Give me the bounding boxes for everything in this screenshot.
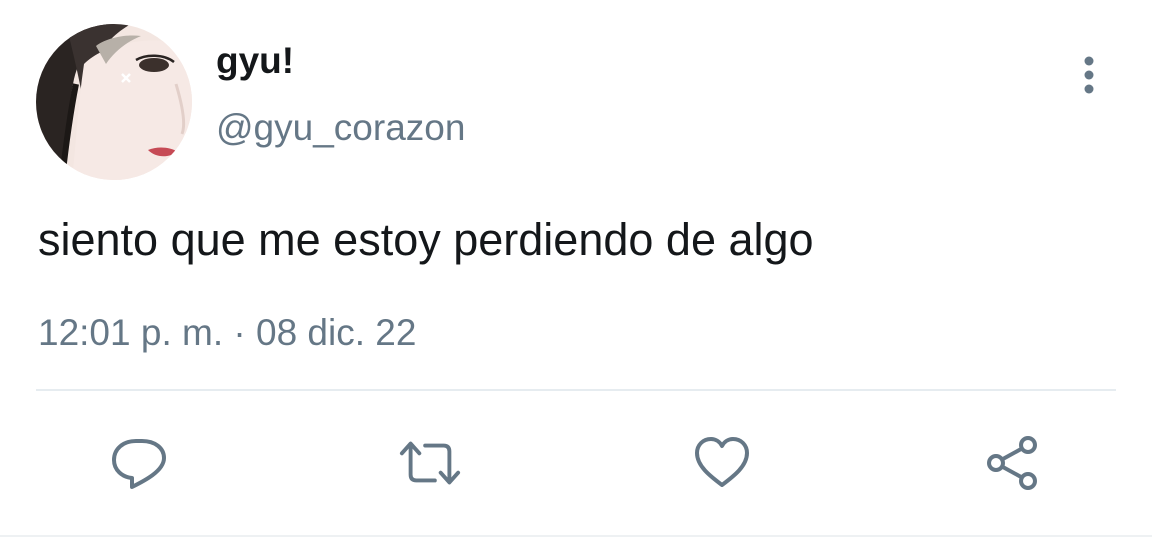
tweet-timestamp[interactable]: 12:01 p. m. · 08 dic. 22 xyxy=(38,308,416,358)
display-name[interactable]: gyu! xyxy=(216,36,294,86)
more-vertical-icon xyxy=(1084,56,1094,94)
tweet-card: gyu! @gyu_corazon siento que me estoy pe… xyxy=(0,0,1152,555)
like-button[interactable] xyxy=(690,431,754,495)
more-options-button[interactable] xyxy=(1068,50,1110,100)
share-button[interactable] xyxy=(980,431,1044,495)
avatar-photo xyxy=(36,24,192,180)
divider xyxy=(36,389,1116,391)
retweet-button[interactable] xyxy=(398,431,462,495)
avatar[interactable] xyxy=(36,24,192,180)
reply-button[interactable] xyxy=(108,431,172,495)
tweet-text: siento que me estoy perdiendo de algo xyxy=(38,214,814,265)
reply-icon xyxy=(112,439,166,489)
retweet-icon xyxy=(399,441,461,485)
user-handle[interactable]: @gyu_corazon xyxy=(216,103,465,153)
share-icon xyxy=(987,436,1037,490)
bottom-divider xyxy=(0,535,1152,537)
heart-icon xyxy=(695,437,749,487)
